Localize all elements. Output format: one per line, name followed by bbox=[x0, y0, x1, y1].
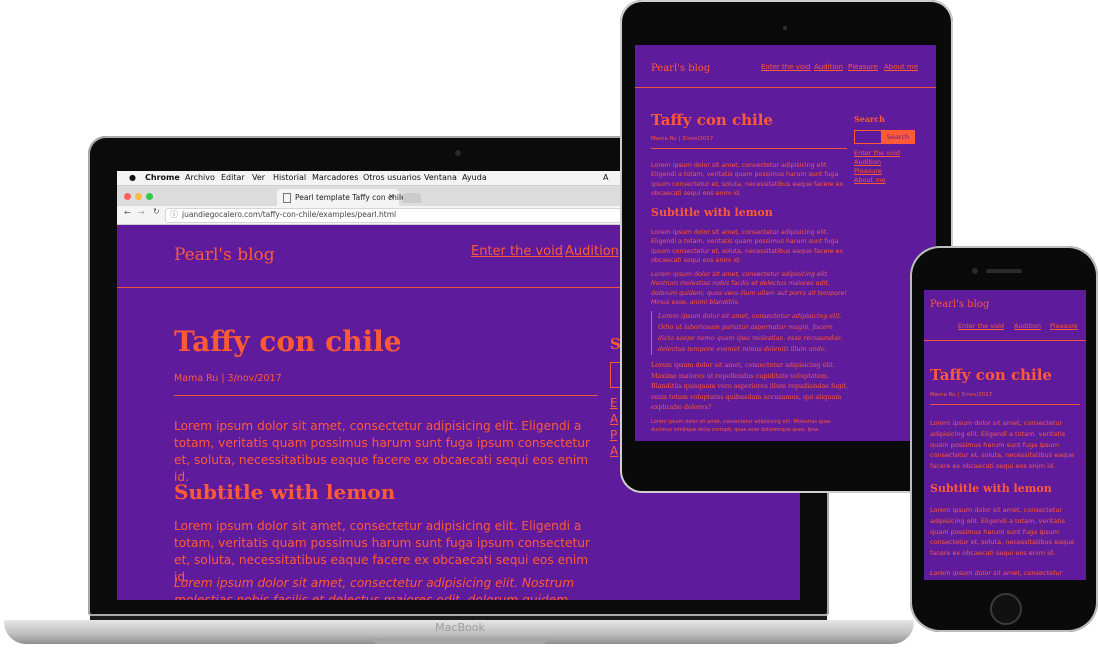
phone-camera bbox=[972, 268, 978, 274]
tablet-italic-paragraph: Lorem ipsum dolor sit amet, consectetur … bbox=[651, 271, 847, 306]
menu-ventana[interactable]: Ventana bbox=[424, 173, 457, 182]
title-divider bbox=[174, 395, 598, 396]
apple-icon[interactable]: ● bbox=[129, 173, 136, 182]
site-brand[interactable]: Pearl's blog bbox=[174, 245, 275, 265]
tablet-nav-about-me[interactable]: About me bbox=[884, 63, 918, 71]
tab-close-icon[interactable]: × bbox=[388, 192, 395, 201]
page-icon bbox=[283, 193, 291, 203]
laptop-camera bbox=[455, 150, 461, 156]
forward-icon[interactable]: → bbox=[138, 208, 145, 217]
tablet-search-button[interactable]: Search bbox=[881, 130, 915, 144]
post-meta: Mama Ru | 3/nov/2017 bbox=[174, 373, 282, 384]
url-text: juandiegocalero.com/taffy-con-chile/exam… bbox=[182, 210, 397, 219]
sidebar-link-2[interactable]: A bbox=[610, 412, 618, 426]
phone-nav-audition[interactable]: Audition bbox=[1014, 322, 1041, 330]
info-icon: ⓘ bbox=[170, 210, 178, 219]
menu-chrome[interactable]: Chrome bbox=[145, 173, 180, 182]
phone-brand[interactable]: Pearl's blog bbox=[930, 299, 989, 310]
phone-italic-paragraph: Lorem ipsum dolor sit amet, consectetur … bbox=[930, 569, 1063, 580]
sidebar-link-4[interactable]: A bbox=[610, 444, 618, 458]
tablet-sidebar-enter-the-void[interactable]: Enter the void bbox=[854, 149, 900, 157]
nav-audition[interactable]: Audition bbox=[565, 244, 619, 259]
tablet-sidebar-pleasure[interactable]: Pleasure bbox=[854, 167, 882, 175]
phone-header-divider bbox=[924, 340, 1086, 341]
close-window-button[interactable] bbox=[124, 193, 131, 200]
tablet-post-meta: Mama Ru | 3/nov/2017 bbox=[651, 136, 714, 142]
laptop-notch bbox=[372, 638, 548, 644]
menu-editar[interactable]: Editar bbox=[221, 173, 245, 182]
post-subtitle: Subtitle with lemon bbox=[174, 480, 396, 504]
tablet-body-paragraph: Lorem ipsum dolor sit amet, consectetur … bbox=[651, 229, 844, 264]
menu-ayuda[interactable]: Ayuda bbox=[462, 173, 487, 182]
phone-site: Pearl's blog Enter the void Audition Ple… bbox=[924, 290, 1086, 580]
tablet-camera bbox=[783, 26, 787, 30]
tablet-sidebar-audition[interactable]: Audition bbox=[854, 158, 881, 166]
sidebar-link-1[interactable]: E bbox=[610, 396, 618, 410]
phone-post-meta: Mama Ru | 3/nov/2017 bbox=[930, 392, 993, 398]
zoom-window-button[interactable] bbox=[146, 193, 153, 200]
sidebar-link-3[interactable]: P bbox=[610, 428, 617, 442]
input-menu-icon[interactable]: A bbox=[603, 173, 608, 182]
phone-post-title: Taffy con chile bbox=[930, 366, 1052, 384]
tablet-search-heading: Search bbox=[854, 114, 885, 124]
tablet-search-input[interactable] bbox=[854, 130, 882, 144]
tablet-header-divider bbox=[635, 87, 936, 88]
phone-nav-pleasure[interactable]: Pleasure bbox=[1050, 322, 1078, 330]
tablet-title-divider bbox=[651, 148, 847, 149]
phone-speaker bbox=[986, 269, 1022, 273]
tablet-nav-pleasure[interactable]: Pleasure bbox=[848, 63, 878, 71]
tablet-blockquote: Lorem ipsum dolor sit amet, consectetur … bbox=[651, 311, 849, 355]
tablet-post-subtitle: Subtitle with lemon bbox=[651, 206, 773, 219]
menu-historial[interactable]: Historial bbox=[273, 173, 306, 182]
tablet-intro-paragraph: Lorem ipsum dolor sit amet, consectetur … bbox=[651, 162, 844, 197]
menu-marcadores[interactable]: Marcadores bbox=[312, 173, 358, 182]
tablet-site: Pearl's blog Enter the void Audition Ple… bbox=[635, 45, 936, 441]
menu-archivo[interactable]: Archivo bbox=[185, 173, 215, 182]
new-tab-button[interactable] bbox=[403, 193, 421, 203]
phone-nav-enter-the-void[interactable]: Enter the void bbox=[958, 322, 1004, 330]
tablet-post-title: Taffy con chile bbox=[651, 111, 773, 129]
intro-paragraph: Lorem ipsum dolor sit amet, consectetur … bbox=[174, 419, 590, 484]
post-title: Taffy con chile bbox=[174, 325, 402, 358]
phone-body-paragraph: Lorem ipsum dolor sit amet, consectetur … bbox=[930, 506, 1075, 558]
italic-paragraph: Lorem ipsum dolor sit amet, consectetur … bbox=[174, 576, 575, 600]
tablet-brand[interactable]: Pearl's blog bbox=[651, 63, 710, 74]
phone-post-subtitle: Subtitle with lemon bbox=[930, 482, 1052, 495]
tablet-nav-audition[interactable]: Audition bbox=[814, 63, 843, 71]
tablet-small-paragraph: Lorem ipsum dolor sit amet, consectetur … bbox=[651, 419, 831, 433]
minimize-window-button[interactable] bbox=[135, 193, 142, 200]
phone-home-button[interactable] bbox=[990, 593, 1022, 625]
menu-ver[interactable]: Ver bbox=[252, 173, 265, 182]
phone-title-divider bbox=[930, 404, 1080, 405]
menu-otros-usuarios[interactable]: Otros usuarios bbox=[363, 173, 421, 182]
phone-intro-paragraph: Lorem ipsum dolor sit amet, consectetur … bbox=[930, 419, 1075, 471]
reload-icon[interactable]: ↻ bbox=[153, 207, 160, 216]
tablet-sidebar-about-me[interactable]: About me bbox=[854, 176, 886, 184]
nav-enter-the-void[interactable]: Enter the void bbox=[471, 244, 563, 259]
tablet-serif-paragraph: Lorem ipsum dolor sit amet, consectetur … bbox=[651, 361, 849, 411]
back-icon[interactable]: ← bbox=[124, 208, 131, 217]
browser-tab[interactable]: Pearl template Taffy con chile × bbox=[277, 189, 406, 206]
macbook-label: MacBook bbox=[435, 621, 485, 634]
tablet-nav-enter-the-void[interactable]: Enter the void bbox=[761, 63, 811, 71]
